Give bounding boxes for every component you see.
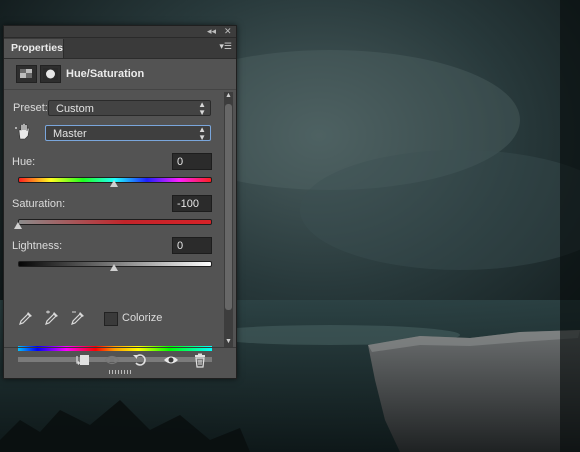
targeted-adjustment-hand-icon[interactable]: [14, 122, 34, 142]
eyedropper-minus-icon[interactable]: [70, 310, 86, 326]
panel-tab-row: Properties ▾☰: [4, 38, 236, 59]
preset-label: Preset:: [13, 102, 48, 114]
panel-footer-toolbar: [4, 347, 236, 372]
adjustment-controls: Preset: Custom ▲ ▼ Master ▲ ▼ Hue: 0 Satur…: [4, 90, 222, 362]
channel-dropdown[interactable]: Master ▲ ▼: [45, 125, 211, 142]
toggle-visibility-icon[interactable]: [163, 352, 179, 368]
saturation-slider-track[interactable]: [18, 219, 212, 225]
preset-dropdown[interactable]: Custom ▲ ▼: [48, 100, 211, 117]
trash-icon[interactable]: [192, 352, 208, 368]
tab-properties[interactable]: Properties: [4, 39, 64, 58]
view-previous-state-icon[interactable]: [104, 352, 120, 368]
preset-value: Custom: [56, 103, 94, 115]
scroll-up-icon[interactable]: ▲: [225, 92, 232, 99]
eyedropper-plus-icon[interactable]: [44, 310, 60, 326]
saturation-label: Saturation:: [12, 198, 66, 210]
adjustment-layer-icon[interactable]: [16, 65, 37, 83]
colorize-label: Colorize: [122, 312, 163, 324]
dropdown-arrows-icon: ▲ ▼: [198, 100, 206, 117]
layer-mask-icon[interactable]: [40, 65, 61, 83]
scroll-down-icon[interactable]: ▼: [225, 338, 232, 345]
panel-scrollbar[interactable]: ▲ ▼: [224, 92, 233, 348]
saturation-value-input[interactable]: -100: [172, 195, 212, 212]
lightness-slider-thumb[interactable]: [110, 264, 118, 271]
clip-to-layer-icon[interactable]: [74, 352, 90, 368]
hue-value-input[interactable]: 0: [172, 153, 212, 170]
reset-icon[interactable]: [132, 352, 148, 368]
properties-panel: ◂◂ ✕ Properties ▾☰ Hue/Saturation Preset…: [3, 25, 237, 379]
eyedropper-icon[interactable]: [18, 310, 34, 326]
hue-slider-thumb[interactable]: [110, 180, 118, 187]
hue-label: Hue:: [12, 156, 36, 168]
scrollbar-thumb[interactable]: [225, 104, 232, 310]
adjustment-header: Hue/Saturation: [4, 59, 236, 90]
double-chevron-icon[interactable]: ◂◂: [207, 25, 216, 37]
saturation-slider-thumb[interactable]: [14, 222, 22, 229]
panel-title-bar[interactable]: ◂◂ ✕: [4, 26, 236, 38]
close-icon[interactable]: ✕: [224, 25, 232, 37]
channel-value: Master: [53, 128, 87, 140]
resize-grip[interactable]: [109, 370, 131, 374]
lightness-label: Lightness:: [12, 240, 63, 252]
adjustment-title: Hue/Saturation: [66, 68, 145, 80]
colorize-checkbox[interactable]: [104, 312, 118, 326]
panel-menu-icon[interactable]: ▾☰: [219, 41, 232, 52]
lightness-value-input[interactable]: 0: [172, 237, 212, 254]
dropdown-arrows-icon: ▲ ▼: [198, 125, 206, 142]
